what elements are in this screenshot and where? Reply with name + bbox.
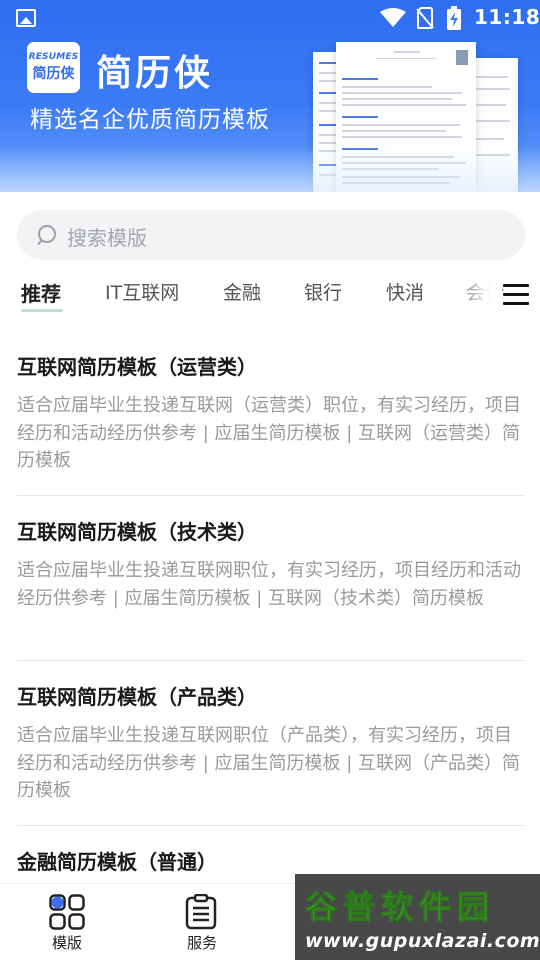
search-placeholder: 搜索模版: [67, 226, 147, 250]
template-description: 适合应届毕业生投递互联网职位（产品类），有实习经历，项目经历和活动经历供参考 |…: [17, 725, 521, 801]
resume-preview-front: [336, 42, 476, 192]
tab-it-internet[interactable]: IT互联网: [105, 278, 179, 305]
nav-item-templates[interactable]: 模版: [27, 884, 107, 960]
app-logo: RESUMES 简历侠: [27, 42, 80, 93]
tab-fmcg[interactable]: 快消: [386, 278, 424, 305]
grid-icon: [49, 894, 85, 930]
tab-finance[interactable]: 金融: [223, 278, 261, 305]
list-item[interactable]: 互联网简历模板（运营类） 适合应届毕业生投递互联网（运营类）职位，有实习经历，项…: [17, 352, 525, 475]
status-time: 11:18: [474, 5, 540, 29]
menu-icon[interactable]: [503, 284, 529, 306]
list-divider: [17, 825, 525, 826]
template-description: 适合应届毕业生投递互联网职位，有实习经历，项目经历和活动经历供参考 | 应届生简…: [17, 560, 521, 609]
template-title: 互联网简历模板（产品类）: [17, 685, 257, 709]
template-title: 互联网简历模板（运营类）: [17, 355, 257, 379]
app-slogan: 精选名企优质简历模板: [30, 107, 270, 133]
nav-item-services[interactable]: 服务: [162, 884, 242, 960]
list-item[interactable]: 互联网简历模板（产品类） 适合应届毕业生投递互联网职位（产品类），有实习经历，项…: [17, 682, 525, 805]
watermark-url: www.gupuxlazai.com: [305, 930, 540, 952]
logo-text-bottom: 简历侠: [32, 66, 75, 82]
category-tabs: 推荐 IT互联网 金融 银行 快消 会计: [0, 268, 540, 318]
template-description: 适合应届毕业生投递互联网（运营类）职位，有实习经历，项目经历和活动经历供参考 |…: [17, 395, 521, 471]
tab-recommended[interactable]: 推荐: [21, 278, 61, 307]
search-bar[interactable]: 搜索模版: [17, 210, 525, 260]
no-sim-icon: [416, 7, 434, 29]
nav-label-services: 服务: [186, 934, 217, 952]
list-divider: [17, 660, 525, 661]
document-list-icon: [185, 894, 217, 930]
tab-bank[interactable]: 银行: [304, 278, 342, 305]
template-title: 金融简历模板（普通）: [17, 850, 217, 874]
battery-charging-icon: [447, 6, 461, 30]
list-item[interactable]: 互联网简历模板（技术类） 适合应届毕业生投递互联网职位，有实习经历，项目经历和活…: [17, 517, 525, 612]
image-icon: [16, 9, 36, 27]
status-bar: 11:18: [0, 0, 540, 38]
watermark: 谷普软件园 www.gupuxlazai.com: [295, 874, 540, 960]
wifi-icon: [380, 8, 406, 27]
active-tab-indicator: [21, 309, 63, 312]
nav-label-templates: 模版: [51, 934, 82, 952]
tab-overflow-fade: [450, 268, 502, 318]
watermark-title: 谷普软件园: [304, 888, 496, 927]
app-name: 简历侠: [96, 53, 214, 94]
hero-banner: 11:18 RESUMES 简历侠 简历侠 精选名企优质简历模板: [0, 0, 540, 192]
list-item[interactable]: 金融简历模板（普通）: [17, 847, 525, 877]
logo-text-top: RESUMES: [28, 52, 79, 62]
template-title: 互联网简历模板（技术类）: [17, 520, 257, 544]
search-icon: [37, 225, 56, 245]
list-divider: [17, 495, 525, 496]
